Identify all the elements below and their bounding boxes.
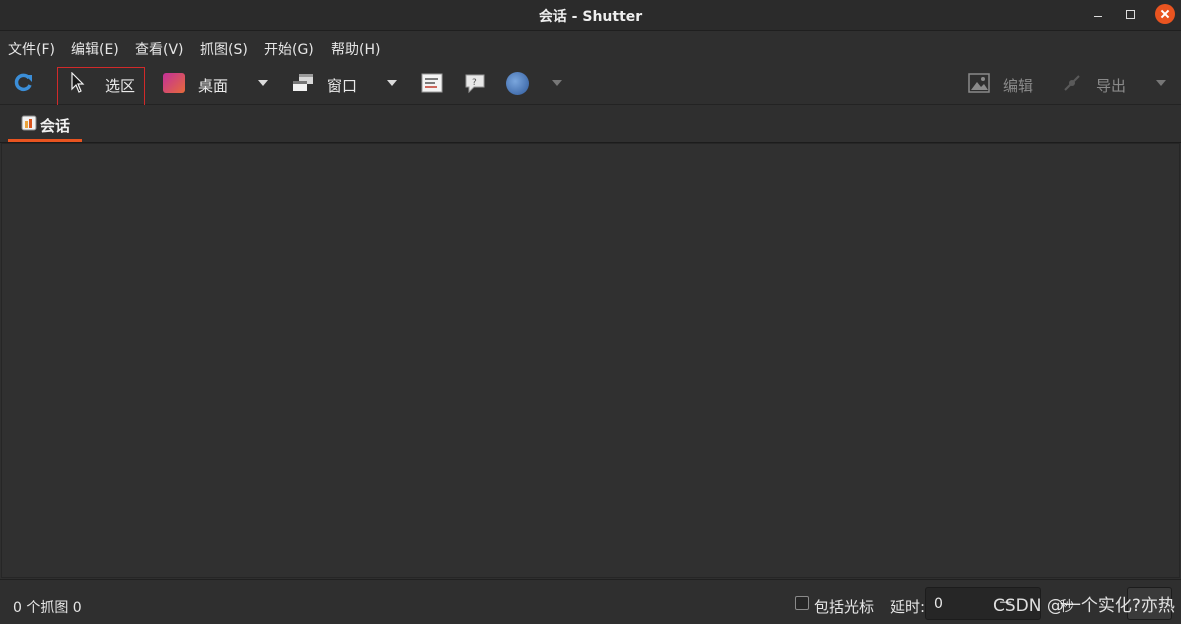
desktop-label[interactable]: 桌面 [198, 75, 228, 96]
menu-help[interactable]: 帮助(H) [331, 39, 380, 59]
delay-value[interactable]: 0 [934, 596, 943, 612]
menu-capture-icon[interactable] [421, 72, 443, 94]
menu-edit[interactable]: 编辑(E) [71, 39, 119, 59]
include-cursor-checkbox[interactable] [795, 596, 809, 610]
delay-label: 延时: [890, 598, 926, 616]
tab-session[interactable]: 会话 [8, 105, 82, 142]
capture-count: 0 个抓图 0 [13, 600, 82, 616]
tooltip-capture-icon[interactable]: ? [464, 72, 486, 94]
tab-active-indicator [8, 139, 82, 142]
desktop-dropdown-icon[interactable] [258, 80, 268, 86]
export-dropdown-icon[interactable] [1156, 80, 1166, 86]
close-button[interactable] [1155, 4, 1175, 24]
maximize-button[interactable] [1121, 5, 1141, 25]
include-cursor-label[interactable]: 包括光标 [814, 596, 874, 617]
title-bar: 会话 - Shutter [0, 0, 1181, 31]
desktop-icon[interactable] [163, 73, 185, 93]
export-icon[interactable] [1062, 73, 1082, 93]
window-label[interactable]: 窗口 [327, 75, 357, 96]
web-dropdown-icon[interactable] [552, 80, 562, 86]
export-label[interactable]: 导出 [1096, 75, 1126, 96]
window-title: 会话 - Shutter [538, 9, 643, 25]
session-icon [21, 115, 37, 131]
tab-session-label: 会话 [40, 117, 71, 135]
watermark-text: CSDN @一个实化?亦热 [993, 596, 1175, 616]
refresh-icon[interactable] [12, 72, 34, 94]
menu-bar: 文件(F) 编辑(E) 查看(V) 抓图(S) 开始(G) 帮助(H) [0, 31, 1181, 63]
menu-capture[interactable]: 抓图(S) [200, 39, 248, 59]
web-capture-icon[interactable] [506, 72, 529, 95]
menu-go[interactable]: 开始(G) [264, 39, 314, 59]
svg-text:?: ? [472, 78, 477, 88]
window-icon[interactable] [292, 73, 314, 93]
minimize-button[interactable] [1089, 5, 1109, 25]
image-edit-icon[interactable] [968, 72, 990, 94]
window-dropdown-icon[interactable] [387, 80, 397, 86]
menu-view[interactable]: 查看(V) [135, 39, 184, 59]
session-content-area [1, 143, 1180, 578]
edit-label[interactable]: 编辑 [1003, 75, 1033, 96]
menu-file[interactable]: 文件(F) [8, 39, 55, 59]
toolbar: 选区 桌面 窗口 ? 编辑 导出 [0, 63, 1181, 105]
selection-highlight-box [57, 67, 145, 108]
tab-bar: 会话 [0, 105, 1181, 143]
